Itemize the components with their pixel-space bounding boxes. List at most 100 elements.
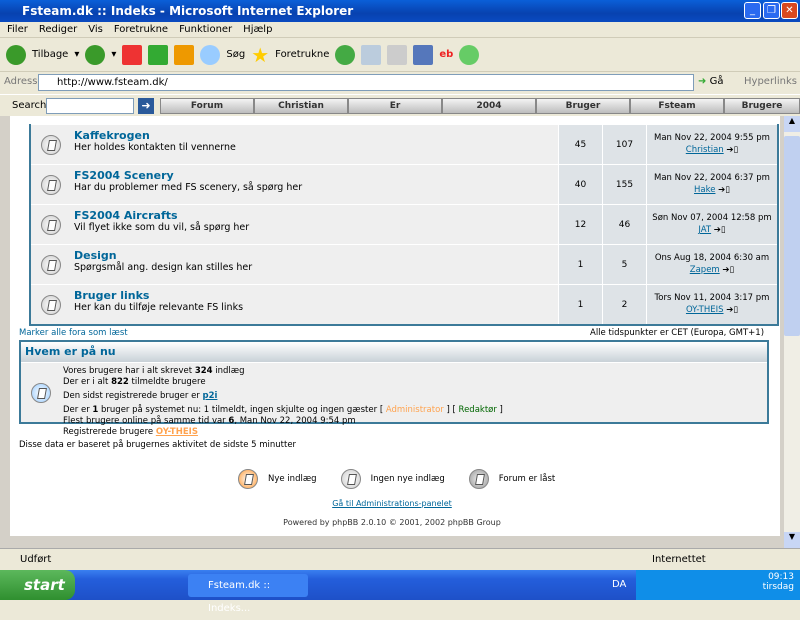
forum-row: Bruger links Her kan du tilføje relevante… bbox=[31, 284, 777, 324]
last-post-user[interactable]: Hake bbox=[694, 185, 715, 195]
forum-posts: 107 bbox=[602, 125, 646, 164]
last-post-date: Man Nov 22, 2004 6:37 pm bbox=[654, 173, 770, 183]
forward-icon[interactable] bbox=[85, 44, 106, 65]
goto-post-icon[interactable]: ➔▯ bbox=[726, 145, 738, 155]
online-user-link[interactable]: OY-THEIS bbox=[156, 427, 198, 437]
search-go-button[interactable]: ➜ bbox=[138, 98, 154, 114]
forum-status-icon bbox=[41, 294, 61, 315]
forum-description: Her holdes kontakten til vennerne bbox=[74, 142, 236, 153]
window-title: Fsteam.dk :: Indeks - Microsoft Internet… bbox=[22, 4, 354, 18]
timezone-note: Alle tidspunkter er CET (Europa, GMT+1) bbox=[590, 328, 765, 338]
who-is-online: Hvem er på nu Vores brugere har i alt sk… bbox=[19, 340, 769, 437]
forum-topics: 1 bbox=[558, 245, 602, 284]
back-icon[interactable] bbox=[6, 44, 26, 65]
menu-filer[interactable]: Filer bbox=[7, 24, 28, 35]
edit-icon[interactable] bbox=[413, 44, 434, 65]
goto-post-icon[interactable]: ➔▯ bbox=[722, 265, 734, 275]
language-indicator[interactable]: DA bbox=[612, 579, 626, 590]
mail-icon[interactable] bbox=[361, 44, 382, 65]
search-field[interactable] bbox=[46, 98, 134, 114]
forum-topics: 12 bbox=[558, 205, 602, 244]
address-input[interactable]: http://www.fsteam.dk/ bbox=[38, 74, 694, 91]
forum-status-icon bbox=[41, 254, 61, 275]
last-post-user[interactable]: JAT bbox=[698, 225, 711, 235]
page-viewport: Kaffekrogen Her holdes kontakten til venn… bbox=[0, 116, 784, 548]
forum-status-icon bbox=[41, 174, 61, 195]
search-button[interactable]: Søg bbox=[226, 49, 245, 60]
search-toolbar: Search ➜ Forum Christian Er 2004 Bruger … bbox=[0, 94, 800, 116]
who-title: Hvem er på nu bbox=[21, 342, 767, 362]
taskbar-item[interactable]: Fsteam.dk :: Indeks... bbox=[188, 574, 308, 614]
messenger-icon[interactable] bbox=[459, 44, 480, 65]
search-tab[interactable]: Bruger bbox=[536, 98, 630, 114]
search-tab[interactable]: Fsteam bbox=[630, 98, 724, 114]
last-post-user[interactable]: Christian bbox=[686, 145, 724, 155]
search-tab[interactable]: Christian bbox=[254, 98, 348, 114]
ebay-icon[interactable]: eb bbox=[439, 49, 453, 60]
search-label: Search bbox=[12, 100, 47, 111]
legend: Nye indlæg Ingen nye indlæg Forum er lås… bbox=[238, 469, 555, 489]
forum-row: Kaffekrogen Her holdes kontakten til venn… bbox=[31, 124, 777, 164]
maximize-button[interactable]: ❐ bbox=[763, 2, 780, 19]
start-button[interactable]: start bbox=[0, 570, 75, 600]
menu-rediger[interactable]: Rediger bbox=[39, 24, 77, 35]
stop-icon[interactable] bbox=[122, 44, 143, 65]
no-new-posts-icon bbox=[340, 469, 361, 489]
locked-icon bbox=[468, 469, 489, 489]
forum-name-link[interactable]: FS2004 Aircrafts bbox=[74, 209, 555, 222]
menu-foretrukne[interactable]: Foretrukne bbox=[114, 24, 168, 35]
menu-vis[interactable]: Vis bbox=[88, 24, 103, 35]
search-tab[interactable]: Brugere bbox=[724, 98, 800, 114]
last-post-date: Ons Aug 18, 2004 6:30 am bbox=[654, 253, 770, 263]
menu-funktioner[interactable]: Funktioner bbox=[179, 24, 232, 35]
search-tab[interactable]: Er bbox=[348, 98, 442, 114]
title-bar: Fsteam.dk :: Indeks - Microsoft Internet… bbox=[0, 0, 800, 22]
menu-hjaelp[interactable]: Hjælp bbox=[243, 24, 272, 35]
forum-name-link[interactable]: FS2004 Scenery bbox=[74, 169, 555, 182]
back-button[interactable]: Tilbage bbox=[32, 49, 68, 60]
forum-topics: 45 bbox=[558, 125, 602, 164]
forum-topics: 1 bbox=[558, 285, 602, 324]
search-tab[interactable]: Forum bbox=[160, 98, 254, 114]
forum-name-link[interactable]: Bruger links bbox=[74, 289, 555, 302]
forum-name-link[interactable]: Design bbox=[74, 249, 555, 262]
favorites-button[interactable]: Foretrukne bbox=[275, 49, 329, 60]
forum-name-link[interactable]: Kaffekrogen bbox=[74, 129, 555, 142]
forum-posts: 46 bbox=[602, 205, 646, 244]
newest-user-link[interactable]: p2i bbox=[203, 391, 218, 401]
home-icon[interactable] bbox=[174, 44, 195, 65]
menu-bar: Filer Rediger Vis Foretrukne Funktioner Hjælp bbox=[0, 22, 800, 38]
search-icon[interactable] bbox=[200, 44, 221, 65]
last-post-date: Man Nov 22, 2004 9:55 pm bbox=[654, 133, 770, 143]
goto-post-icon[interactable]: ➔▯ bbox=[718, 185, 730, 195]
close-button[interactable]: ✕ bbox=[781, 2, 798, 19]
goto-post-icon[interactable]: ➔▯ bbox=[714, 225, 726, 235]
admin-legend: Administrator bbox=[385, 405, 444, 415]
last-post-user[interactable]: Zapem bbox=[690, 265, 720, 275]
zone-label: Internettet bbox=[652, 554, 706, 565]
mark-read-link[interactable]: Marker alle fora som læst bbox=[19, 328, 128, 338]
forum-topics: 40 bbox=[558, 165, 602, 204]
minimize-button[interactable]: _ bbox=[744, 2, 761, 19]
print-icon[interactable] bbox=[387, 44, 408, 65]
links-button[interactable]: Hyperlinks bbox=[744, 72, 797, 92]
forum-description: Her kan du tilføje relevante FS links bbox=[74, 302, 244, 313]
powered-by: Powered by phpBB 2.0.10 © 2001, 2002 php… bbox=[283, 518, 501, 527]
history-icon[interactable] bbox=[335, 44, 356, 65]
forum-posts: 155 bbox=[602, 165, 646, 204]
refresh-icon[interactable] bbox=[148, 44, 169, 65]
search-tab[interactable]: 2004 bbox=[442, 98, 536, 114]
clock: 09:13 bbox=[768, 572, 794, 582]
go-button[interactable]: ➜ Gå bbox=[698, 72, 723, 92]
scrollbar[interactable]: ▲ ▼ bbox=[784, 116, 800, 548]
address-bar: Adresse http://www.fsteam.dk/ ➜ Gå Hyper… bbox=[0, 72, 800, 92]
admin-panel-link[interactable]: Gå til Administrations-panelet bbox=[332, 499, 452, 508]
forum-description: Spørgsmål ang. design kan stilles her bbox=[74, 262, 253, 273]
goto-post-icon[interactable]: ➔▯ bbox=[726, 305, 738, 315]
favorites-icon[interactable]: ★ bbox=[251, 43, 269, 67]
last-post-user[interactable]: OY-THEIS bbox=[686, 305, 724, 315]
forum-posts: 2 bbox=[602, 285, 646, 324]
new-posts-icon bbox=[238, 469, 258, 489]
scroll-thumb[interactable] bbox=[784, 136, 800, 336]
forum-posts: 5 bbox=[602, 245, 646, 284]
